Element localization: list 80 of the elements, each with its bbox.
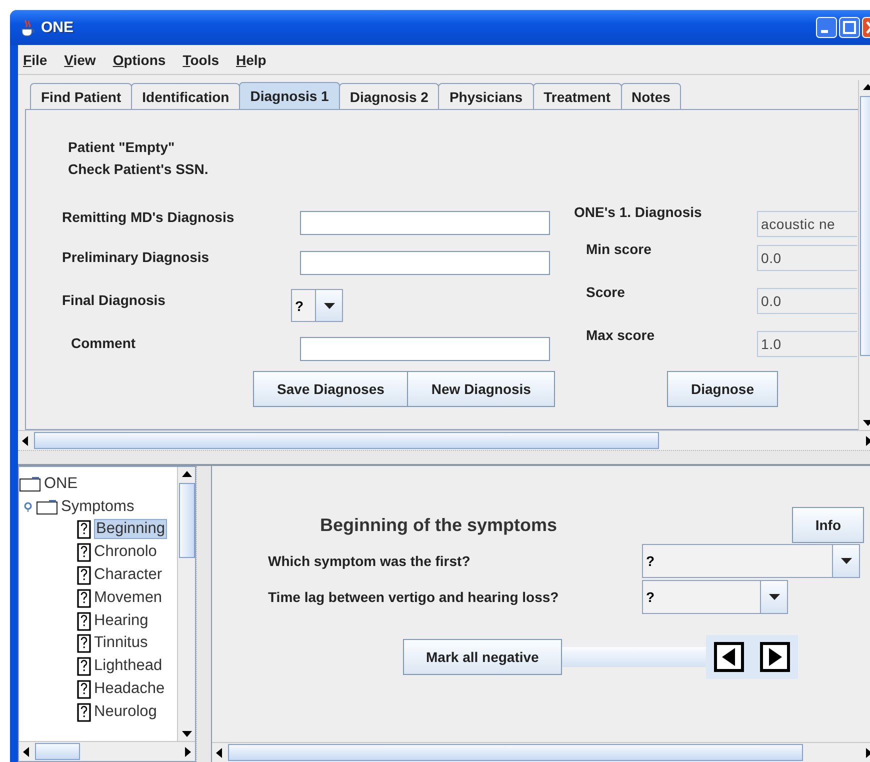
menu-item[interactable]: Help [236, 52, 266, 68]
next-icon[interactable] [760, 642, 790, 672]
field-label: Comment [70, 334, 137, 350]
action-button[interactable]: New Diagnosis [407, 371, 555, 407]
question-document-icon [77, 633, 91, 654]
tree-item[interactable]: Chronolo [94, 543, 157, 562]
input-field[interactable] [300, 210, 550, 234]
question-document-icon [77, 564, 91, 585]
tree-item[interactable]: Lighthead [94, 657, 162, 676]
maximize-icon[interactable] [839, 17, 860, 38]
tree-item[interactable]: Character [94, 566, 162, 584]
tab[interactable]: Find Patient [30, 83, 132, 109]
question-document-icon [77, 542, 91, 562]
horizontal-scrollbar[interactable] [212, 742, 870, 762]
previous-icon[interactable] [714, 642, 744, 672]
scroll-left-icon[interactable] [22, 436, 28, 446]
dropdown-arrow-icon [324, 302, 334, 308]
tree-item[interactable]: ONE [44, 474, 78, 492]
horizontal-scrollbar[interactable] [18, 430, 870, 450]
window-title: ONE [41, 19, 74, 36]
question-label: Which symptom was the first? [268, 553, 472, 569]
minimize-icon[interactable] [816, 17, 837, 38]
scroll-left-icon[interactable] [216, 748, 222, 758]
menu-item[interactable]: View [64, 52, 96, 68]
field-label: Max score [585, 327, 656, 343]
mark-negative-button[interactable]: Mark all negative [403, 639, 562, 675]
tree-item[interactable]: Tinnitus [94, 634, 148, 652]
field-label: ONE's 1. Diagnosis [574, 204, 703, 220]
info-button[interactable]: Info [792, 507, 864, 543]
diagnose-button[interactable]: Diagnose [666, 371, 778, 407]
dropdown[interactable]: ? [642, 580, 788, 614]
input-field[interactable] [300, 250, 550, 274]
scroll-thumb[interactable] [178, 483, 194, 558]
menu-item[interactable]: File [23, 52, 48, 68]
field-label: Score [585, 284, 626, 300]
tab[interactable]: Diagnosis 1 [239, 82, 340, 109]
tab[interactable]: Notes [620, 83, 682, 109]
coffee-cup-icon [20, 18, 36, 36]
scroll-up-icon[interactable] [182, 471, 192, 477]
question-document-icon [77, 702, 91, 722]
field-label: Final Diagnosis [62, 292, 166, 308]
section-title: Beginning of the symptoms [320, 514, 558, 536]
dropdown-arrow-icon [840, 558, 852, 564]
field-label: Preliminary Diagnosis [62, 248, 210, 264]
status-message: Check Patient's SSN. [68, 161, 210, 177]
dropdown-arrow-icon [768, 594, 780, 600]
tree-item[interactable]: Headache [94, 680, 165, 698]
status-message: Patient "Empty" [68, 139, 176, 155]
vertical-scrollbar[interactable] [177, 467, 195, 741]
dropdown[interactable]: ? [642, 544, 860, 578]
menu-item[interactable]: Tools [182, 52, 219, 68]
folder-icon [36, 498, 58, 514]
question-document-icon [77, 656, 91, 676]
dropdown[interactable]: ? [291, 289, 343, 322]
question-document-icon [77, 588, 91, 608]
readonly-field: 1.0 [757, 331, 857, 357]
tree-item[interactable]: Movemen [94, 588, 162, 607]
tree-item[interactable]: Beginning [94, 519, 167, 540]
input-field[interactable] [300, 336, 550, 360]
scroll-left-icon[interactable] [23, 746, 29, 756]
tree-item[interactable]: Neurolog [94, 702, 157, 721]
scroll-right-icon[interactable] [185, 746, 191, 756]
readonly-field: 0.0 [757, 288, 857, 314]
field-label: Min score [585, 241, 652, 257]
question-document-icon [77, 610, 91, 631]
tree-item[interactable]: Symptoms [61, 498, 134, 516]
readonly-field: 0.0 [757, 245, 857, 271]
horizontal-scrollbar[interactable] [19, 741, 195, 761]
action-button[interactable]: Save Diagnoses [253, 371, 408, 407]
expand-handle-icon[interactable] [23, 502, 33, 512]
question-label: Time lag between vertigo and hearing loss? [268, 589, 560, 605]
scroll-up-icon[interactable] [862, 84, 870, 90]
readonly-field: acoustic ne [757, 211, 857, 237]
scroll-down-icon[interactable] [862, 420, 870, 426]
menu-item[interactable]: Options [112, 52, 166, 68]
scroll-down-icon[interactable] [182, 731, 192, 737]
question-document-icon [77, 678, 91, 699]
tree-item[interactable]: Hearing [94, 612, 148, 630]
field-label: Remitting MD's Diagnosis [62, 208, 236, 224]
question-document-icon [77, 519, 91, 540]
